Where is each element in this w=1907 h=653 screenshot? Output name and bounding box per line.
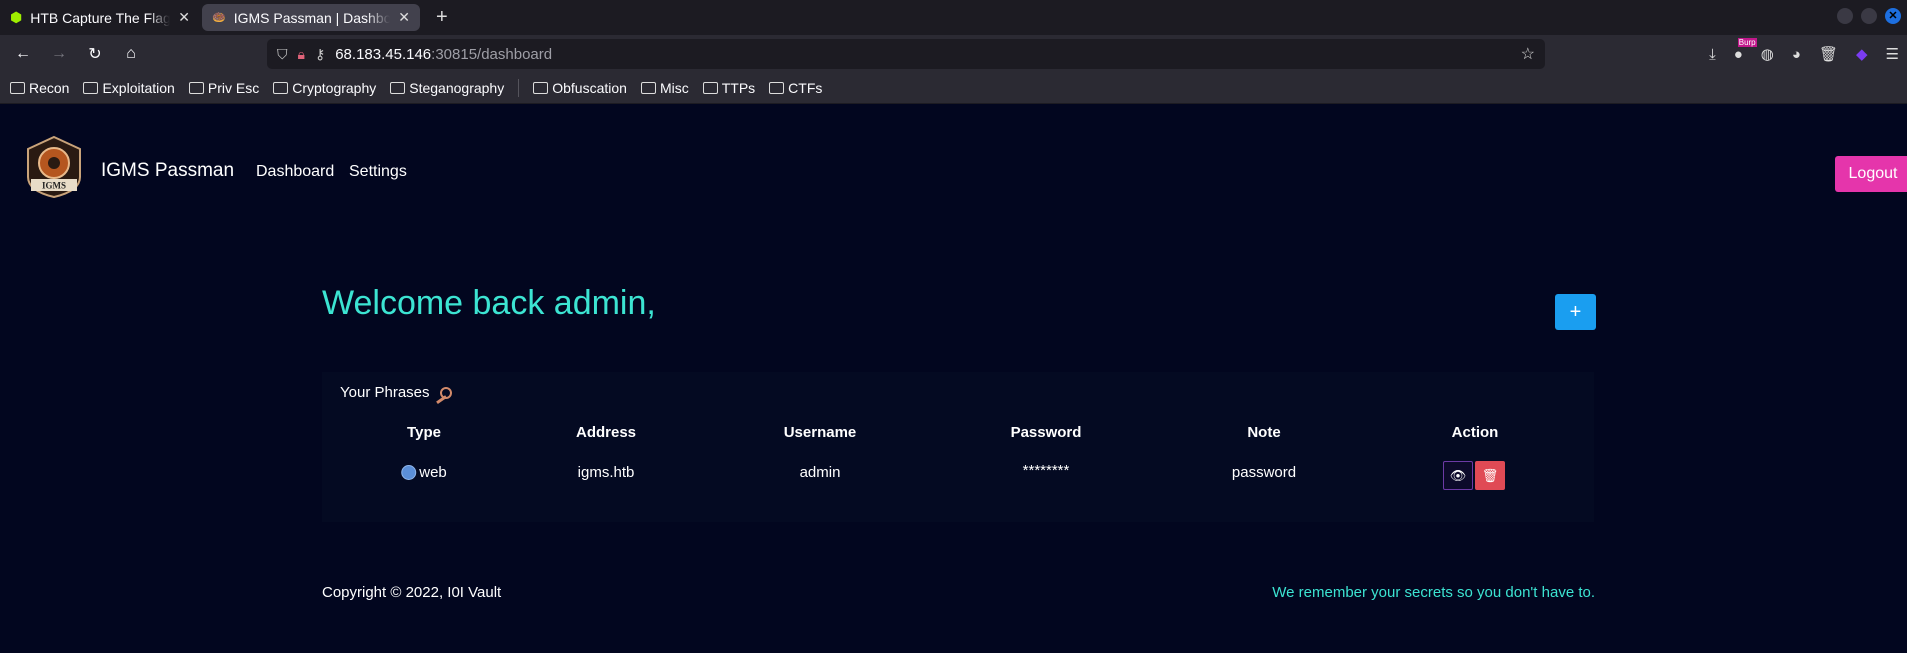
nav-settings[interactable]: Settings	[349, 163, 407, 181]
new-tab-button[interactable]: +	[422, 0, 462, 35]
site-favicon-icon: 🍩	[212, 12, 226, 24]
toolbar-icons: ⤓ ● Burp ◍ ◕ 🗑︎ ◆ ☰	[1709, 35, 1907, 73]
permissions-key-icon[interactable]: ⚷	[315, 46, 325, 63]
cell-password: ********	[1022, 462, 1070, 479]
cell-address: igms.htb	[577, 464, 635, 481]
delete-phrase-button[interactable]: 🗑︎	[1475, 461, 1505, 490]
folder-icon	[769, 82, 785, 94]
view-password-button[interactable]: 👁︎	[1443, 461, 1473, 490]
close-tab-icon[interactable]: ✕	[178, 9, 190, 26]
wappalyzer-icon[interactable]: ◆	[1856, 45, 1868, 63]
igms-logo: IGMS	[27, 135, 81, 199]
bookmark-separator	[518, 79, 520, 97]
url-bar[interactable]: ⛉ 🔒︎ ⚷ 68.183.45.146:30815/dashboard ☆	[267, 39, 1545, 69]
browser-tab-bar: ⬢ HTB Capture The Flag Pla ✕ 🍩 IGMS Pass…	[0, 0, 1907, 35]
menu-icon[interactable]: ☰	[1886, 45, 1899, 63]
download-icon[interactable]: ⤓	[1709, 46, 1716, 63]
fox-extension-icon[interactable]: ◕	[1792, 46, 1801, 63]
extension-badge: Burp	[1737, 37, 1757, 47]
bookmark-folder[interactable]: CTFs	[769, 80, 822, 96]
trash-extension-icon[interactable]: 🗑︎	[1819, 45, 1838, 63]
cell-username: admin	[799, 464, 841, 481]
folder-icon	[533, 82, 549, 94]
maximize-icon[interactable]	[1861, 8, 1877, 24]
bookmark-folder[interactable]: Cryptography	[273, 80, 376, 96]
footer-tagline: We remember your secrets so you don't ha…	[1272, 584, 1595, 601]
bookmarks-bar: Recon Exploitation Priv Esc Cryptography…	[0, 73, 1907, 104]
eye-icon: 👁︎	[1449, 467, 1467, 483]
bookmark-folder[interactable]: Misc	[640, 80, 689, 96]
folder-icon	[83, 82, 99, 94]
bookmark-folder[interactable]: Recon	[10, 80, 69, 96]
reload-icon[interactable]: ↻	[77, 44, 113, 64]
url-path: :30815/dashboard	[431, 45, 553, 63]
bookmark-folder[interactable]: Exploitation	[83, 80, 175, 96]
close-tab-icon[interactable]: ✕	[398, 9, 410, 26]
cookie-extension-icon[interactable]: ◍	[1761, 45, 1774, 63]
bookmark-folder[interactable]: TTPs	[702, 80, 755, 96]
tab-title: HTB Capture The Flag Pla	[30, 9, 171, 26]
folder-icon	[188, 82, 204, 94]
card-title: Your Phrases	[340, 384, 452, 401]
phrases-card	[322, 372, 1594, 522]
browser-nav-bar: ← → ↻ ⌂ ⛉ 🔒︎ ⚷ 68.183.45.146:30815/dashb…	[0, 35, 1907, 73]
card-title-text: Your Phrases	[340, 384, 430, 401]
bookmark-folder[interactable]: Steganography	[390, 80, 504, 96]
nav-dashboard[interactable]: Dashboard	[256, 163, 334, 181]
tab-title: IGMS Passman | Dashboa	[233, 9, 391, 26]
tab-igms[interactable]: 🍩 IGMS Passman | Dashboa ✕	[202, 4, 420, 31]
column-header-type: Type	[407, 424, 441, 441]
window-controls: ✕	[1837, 8, 1901, 24]
cell-note: password	[1231, 464, 1297, 481]
folder-icon	[10, 82, 25, 94]
folder-icon	[273, 82, 289, 94]
trash-icon: 🗑︎	[1481, 467, 1499, 483]
column-header-note: Note	[1247, 424, 1281, 441]
column-header-password: Password	[1010, 424, 1082, 441]
key-icon	[434, 386, 452, 400]
column-header-action: Action	[1451, 424, 1499, 441]
forward-icon[interactable]: →	[41, 45, 77, 63]
brand-name[interactable]: IGMS Passman	[101, 160, 234, 182]
home-icon[interactable]: ⌂	[113, 45, 149, 63]
add-phrase-button[interactable]: +	[1555, 294, 1596, 330]
folder-icon	[640, 82, 656, 94]
bookmark-folder[interactable]: Priv Esc	[188, 80, 259, 96]
column-header-username: Username	[783, 424, 857, 441]
lock-insecure-icon[interactable]: 🔒︎	[298, 46, 305, 63]
folder-icon	[702, 82, 718, 94]
column-header-address: Address	[575, 424, 637, 441]
footer-copyright: Copyright © 2022, I0I Vault	[322, 584, 502, 601]
welcome-heading: Welcome back admin,	[322, 284, 656, 322]
burp-extension-icon[interactable]: ● Burp	[1734, 37, 1757, 63]
shield-icon[interactable]: ⛉	[277, 46, 288, 63]
bookmark-star-icon[interactable]: ☆	[1521, 44, 1535, 64]
globe-icon	[401, 465, 417, 480]
url-host: 68.183.45.146	[335, 45, 432, 63]
htb-cube-icon: ⬢	[10, 9, 23, 25]
folder-icon	[390, 82, 406, 94]
logo-text: IGMS	[42, 181, 66, 191]
cell-type: web	[401, 464, 447, 481]
close-window-icon[interactable]: ✕	[1885, 8, 1901, 24]
tab-htb[interactable]: ⬢ HTB Capture The Flag Pla ✕	[0, 0, 200, 35]
back-icon[interactable]: ←	[5, 45, 41, 63]
minimize-icon[interactable]	[1837, 8, 1853, 24]
bookmark-folder[interactable]: Obfuscation	[533, 80, 627, 96]
logout-button[interactable]: Logout	[1835, 156, 1907, 192]
